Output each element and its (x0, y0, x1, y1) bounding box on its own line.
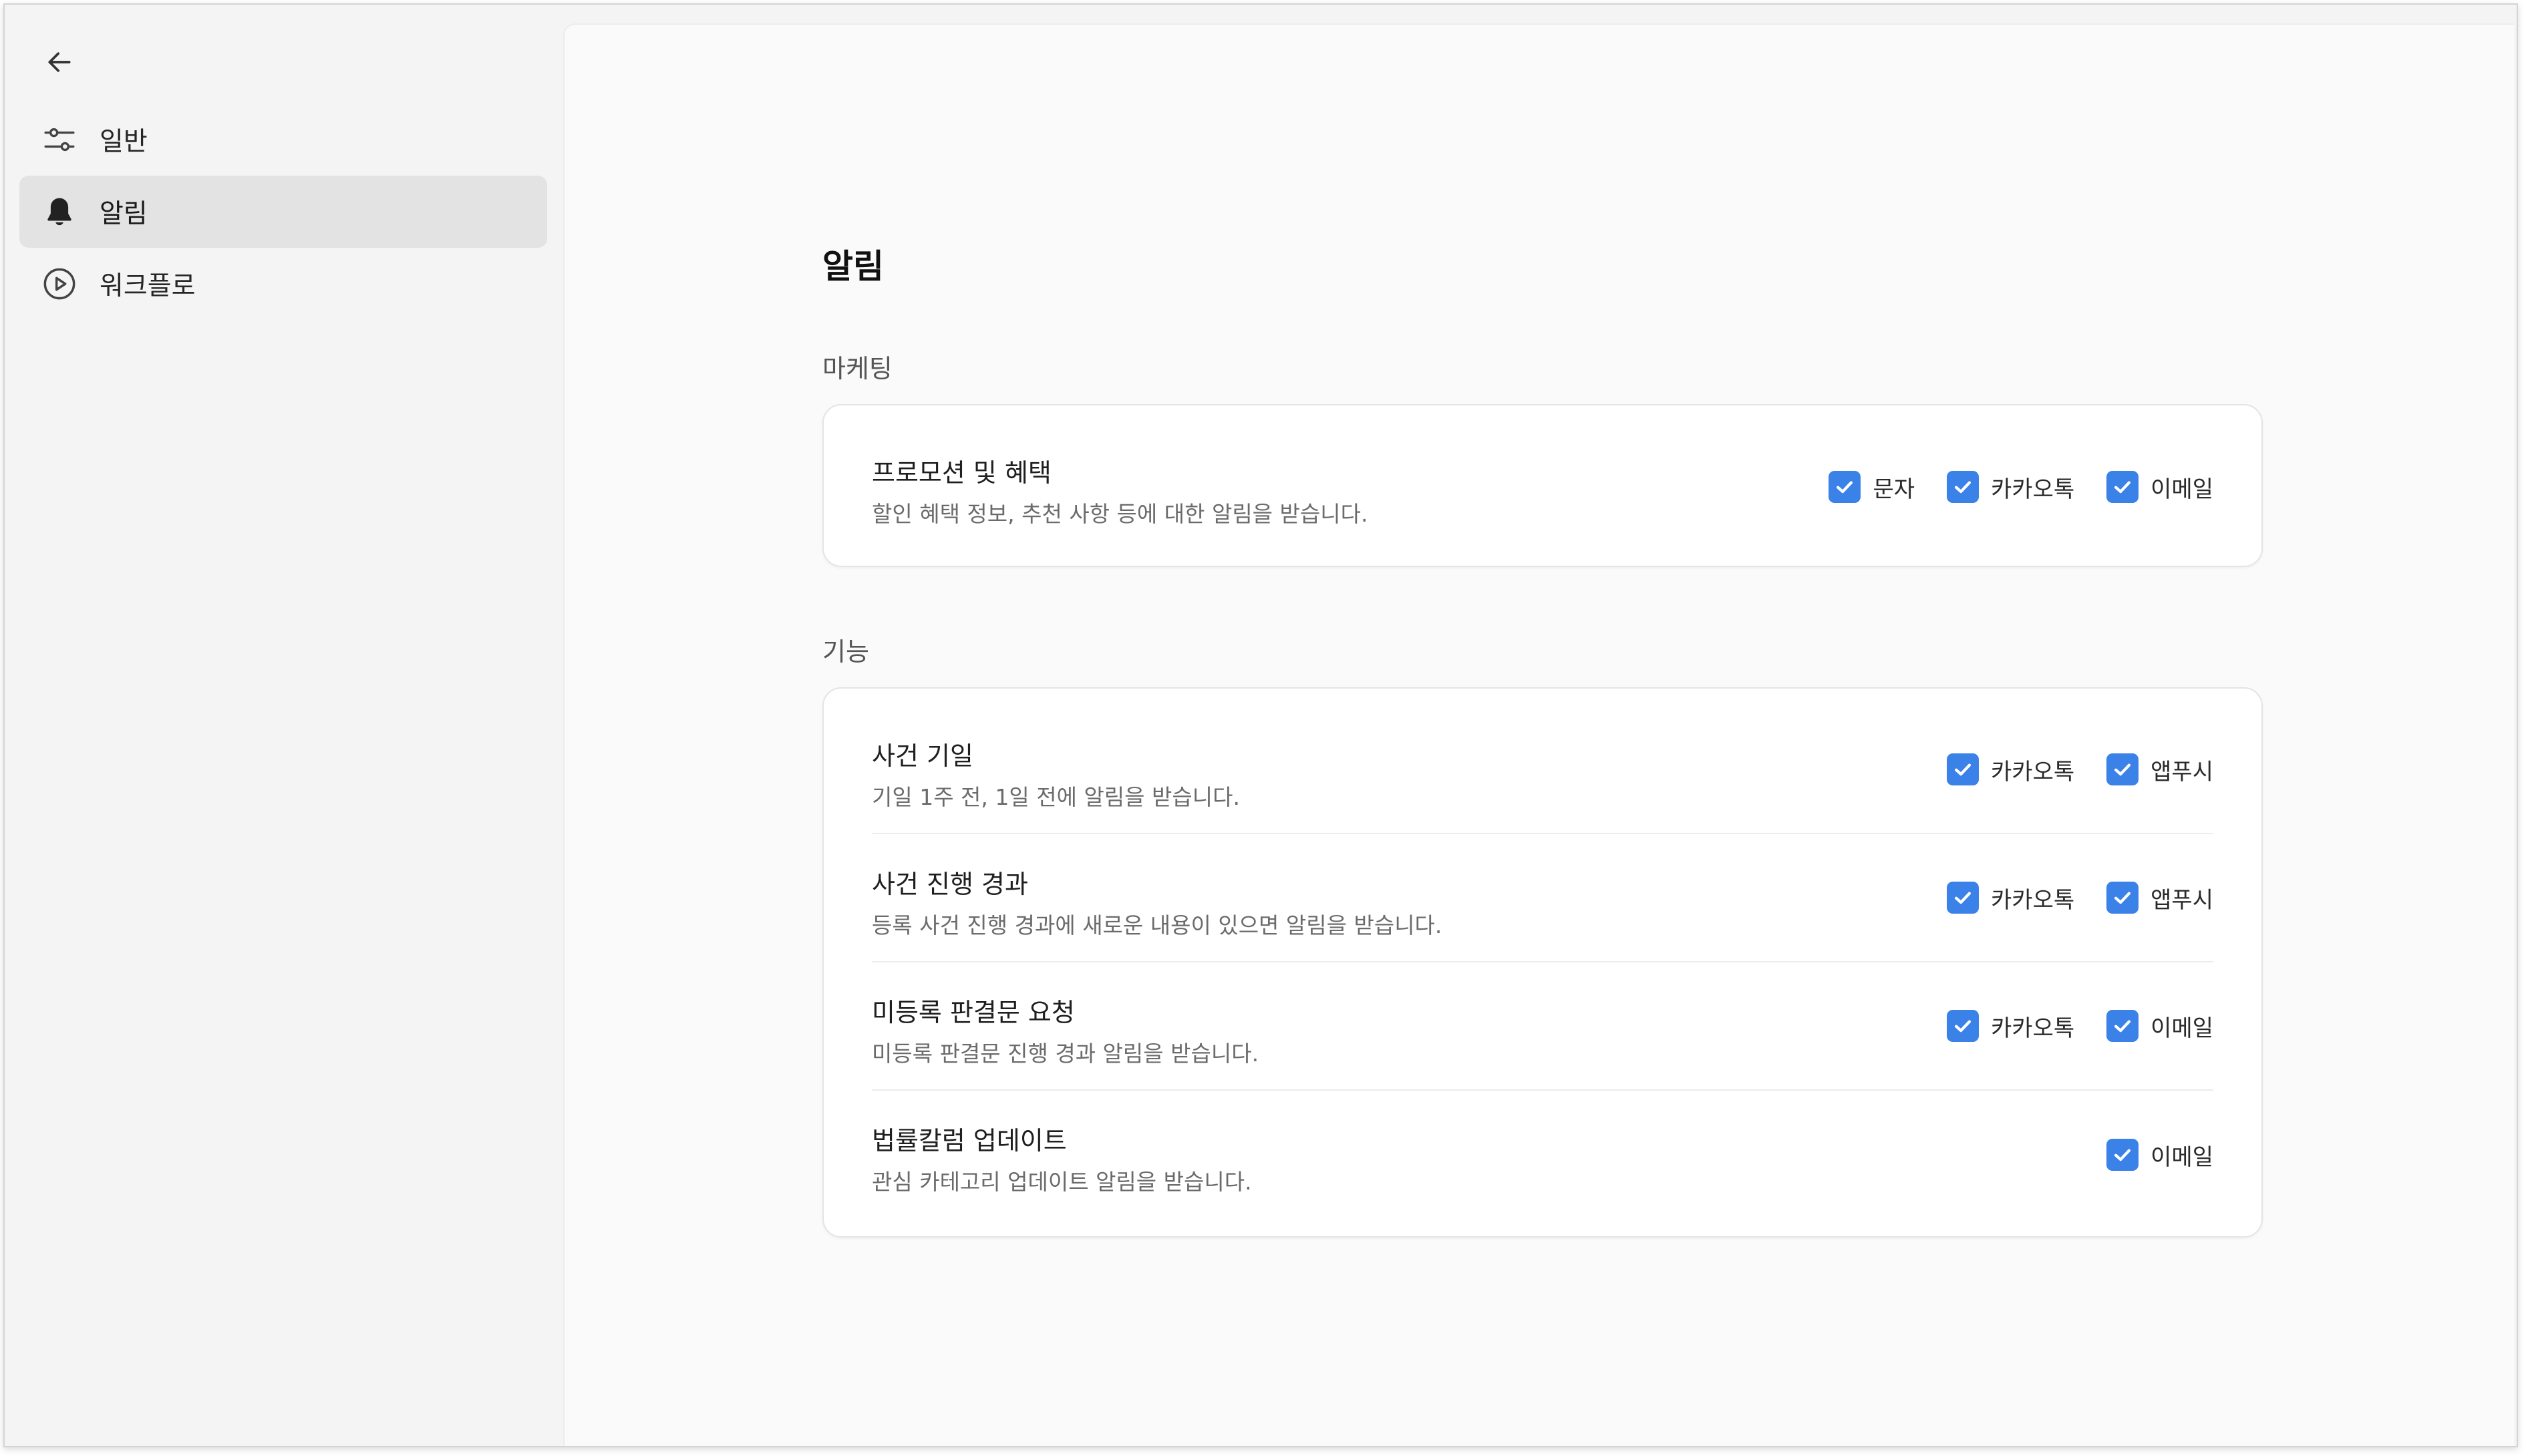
setting-title: 법률칼럼 업데이트 (872, 1126, 1067, 1155)
marketing-card: 프로모션 및 혜택 할인 혜택 정보, 추천 사항 등에 대한 알림을 받습니다… (822, 404, 2263, 567)
setting-description: 관심 카테고리 업데이트 알림을 받습니다. (872, 1169, 1252, 1195)
channel-option-kakaotalk[interactable]: 카카오톡 (1947, 753, 2074, 786)
checkbox-checked[interactable] (2106, 1139, 2139, 1171)
option-label: 이메일 (2151, 476, 2213, 503)
option-label: 카카오톡 (1991, 1015, 2075, 1042)
setting-row-promotion: 프로모션 및 혜택 할인 혜택 정보, 추천 사항 등에 대한 알림을 받습니다… (872, 423, 2213, 551)
sidebar-item-label: 일반 (100, 127, 148, 157)
channel-options: 카카오톡 이메일 (1915, 962, 2213, 1089)
sidebar-item-label: 알림 (100, 199, 148, 229)
checkbox-checked[interactable] (2106, 753, 2139, 785)
sidebar-item-general[interactable]: 일반 (19, 104, 547, 176)
setting-description: 기일 1주 전, 1일 전에 알림을 받습니다. (872, 784, 1240, 810)
setting-title: 미등록 판결문 요청 (872, 998, 1075, 1027)
check-icon (2114, 1020, 2131, 1033)
features-card: 사건 기일 기일 1주 전, 1일 전에 알림을 받습니다. 카카오톡 앱푸시 … (822, 687, 2263, 1238)
channel-option-kakaotalk[interactable]: 카카오톡 (1947, 471, 2074, 504)
check-icon (1954, 892, 1971, 904)
channel-options: 카카오톡 앱푸시 (1915, 706, 2213, 833)
checkbox-checked[interactable] (1829, 471, 1861, 503)
check-icon (2114, 892, 2131, 904)
option-label: 이메일 (2151, 1015, 2213, 1042)
option-label: 이메일 (2151, 1143, 2213, 1171)
channel-option-app-push[interactable]: 앱푸시 (2106, 753, 2213, 786)
option-label: 앱푸시 (2151, 758, 2213, 785)
checkbox-checked[interactable] (2106, 882, 2139, 914)
section-label-marketing: 마케팅 (822, 354, 893, 383)
setting-row-unregistered-judgment: 미등록 판결문 요청 미등록 판결문 진행 경과 알림을 받습니다. 카카오톡 (872, 962, 2213, 1091)
page-title: 알림 (822, 247, 884, 286)
checkbox-checked[interactable] (2106, 471, 2139, 503)
check-icon (1954, 763, 1971, 776)
channel-option-sms[interactable]: 문자 (1829, 471, 1915, 504)
check-icon (1837, 481, 1853, 494)
checkbox-checked[interactable] (1947, 471, 1980, 503)
setting-description: 미등록 판결문 진행 경과 알림을 받습니다. (872, 1041, 1259, 1067)
checkbox-checked[interactable] (2106, 1010, 2139, 1042)
bell-icon (39, 192, 80, 232)
check-icon (1954, 1020, 1971, 1033)
check-icon (1954, 481, 1971, 494)
option-label: 문자 (1873, 476, 1915, 503)
check-icon (2114, 481, 2131, 494)
setting-title: 프로모션 및 혜택 (872, 458, 1052, 488)
checkbox-checked[interactable] (1947, 882, 1980, 914)
channel-options: 문자 카카오톡 이메일 (1796, 423, 2213, 551)
setting-title: 사건 진행 경과 (872, 870, 1028, 899)
main-panel: 알림 마케팅 프로모션 및 혜택 할인 혜택 정보, 추천 사항 등에 대한 알… (563, 23, 2514, 1446)
play-circle-icon (39, 264, 80, 304)
section-label-features: 기능 (822, 637, 869, 667)
option-label: 앱푸시 (2151, 886, 2213, 914)
channel-option-kakaotalk[interactable]: 카카오톡 (1947, 882, 2074, 914)
channel-option-email[interactable]: 이메일 (2106, 1010, 2213, 1043)
back-button[interactable] (35, 38, 84, 86)
setting-title: 사건 기일 (872, 741, 973, 771)
sliders-icon (39, 120, 80, 160)
sidebar-item-label: 워크플로 (100, 271, 196, 301)
channel-options: 카카오톡 앱푸시 (1915, 834, 2213, 961)
app-window: 일반 알림 워크플로 알림 마케팅 프로모션 및 혜택 할인 혜택 정보, 추천… (3, 3, 2518, 1447)
channel-option-email[interactable]: 이메일 (2106, 471, 2213, 504)
check-icon (2114, 1149, 2131, 1161)
check-icon (2114, 763, 2131, 776)
option-label: 카카오톡 (1991, 476, 2075, 503)
option-label: 카카오톡 (1991, 758, 2075, 785)
setting-description: 할인 혜택 정보, 추천 사항 등에 대한 알림을 받습니다. (872, 501, 1368, 527)
setting-row-case-progress: 사건 진행 경과 등록 사건 진행 경과에 새로운 내용이 있으면 알림을 받습… (872, 834, 2213, 962)
checkbox-checked[interactable] (1947, 753, 1980, 785)
setting-row-legal-column: 법률칼럼 업데이트 관심 카테고리 업데이트 알림을 받습니다. 이메일 (872, 1091, 2213, 1219)
option-label: 카카오톡 (1991, 886, 2075, 914)
arrow-left-icon (48, 52, 71, 72)
channel-options: 이메일 (2074, 1091, 2213, 1219)
setting-description: 등록 사건 진행 경과에 새로운 내용이 있으면 알림을 받습니다. (872, 912, 1442, 938)
channel-option-app-push[interactable]: 앱푸시 (2106, 882, 2213, 914)
sidebar: 일반 알림 워크플로 (5, 5, 563, 1446)
channel-option-email[interactable]: 이메일 (2106, 1139, 2213, 1171)
sidebar-item-notifications[interactable]: 알림 (19, 176, 547, 248)
checkbox-checked[interactable] (1947, 1010, 1980, 1042)
setting-row-case-date: 사건 기일 기일 1주 전, 1일 전에 알림을 받습니다. 카카오톡 앱푸시 (872, 706, 2213, 834)
channel-option-kakaotalk[interactable]: 카카오톡 (1947, 1010, 2074, 1043)
sidebar-item-workflow[interactable]: 워크플로 (19, 248, 547, 320)
